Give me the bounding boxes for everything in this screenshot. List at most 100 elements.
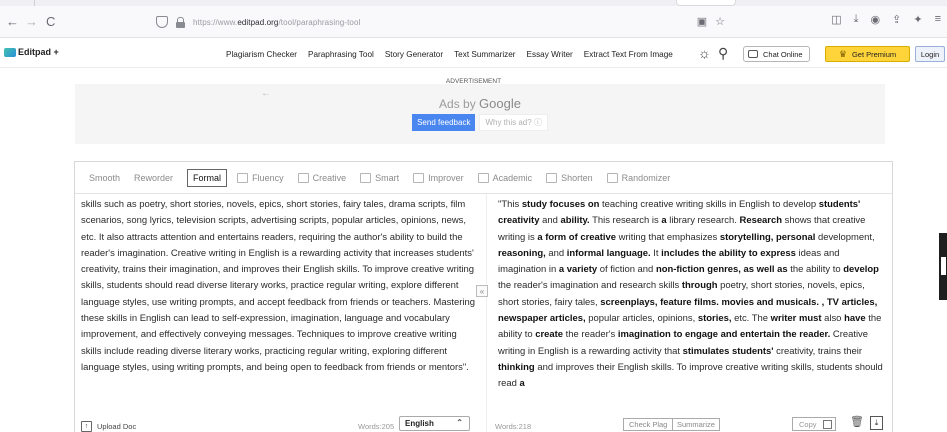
menu-icon[interactable]: ≡ [935, 13, 941, 26]
downloads-icon[interactable]: ⤓ [854, 13, 859, 26]
changed-phrase[interactable]: non-fiction genres, as well as [656, 264, 788, 275]
account-icon[interactable]: ◉ [871, 13, 881, 26]
address-bar-actions: ▣ ☆ [697, 15, 725, 28]
language-select[interactable]: English ⌃ [399, 416, 470, 431]
send-feedback-button[interactable]: Send feedback [412, 114, 476, 131]
bookmark-star-icon[interactable]: ☆ [715, 15, 725, 28]
chat-online-button[interactable]: Chat Online [743, 46, 810, 62]
mode-tab-smart[interactable]: Smart [360, 172, 400, 183]
output-segment: also [821, 313, 845, 325]
changed-phrase[interactable]: writer must [771, 313, 822, 324]
mode-tab-reworder[interactable]: Reworder [134, 173, 173, 183]
get-premium-button[interactable]: ♛ Get Premium [825, 46, 910, 62]
address-bar[interactable]: https://www.editpad.org/tool/paraphrasin… [150, 10, 735, 34]
summarize-button[interactable]: Summarize [672, 418, 720, 431]
back-icon[interactable]: ← [6, 15, 19, 29]
mode-tab-randomizer[interactable]: Randomizer [606, 172, 670, 183]
copy-button[interactable]: Copy [792, 417, 836, 431]
changed-phrase[interactable]: imagination to engage and entertain the … [618, 329, 830, 340]
lock-icon[interactable] [176, 16, 185, 28]
crown-icon: ♛ [838, 48, 847, 59]
mode-label: Fluency [252, 172, 284, 183]
search-icon[interactable]: ⚲ [718, 45, 728, 62]
changed-phrase[interactable]: Research [740, 215, 783, 226]
forward-icon[interactable]: → [25, 15, 38, 29]
input-word-count: Words:205 [358, 421, 395, 431]
login-button[interactable]: Login [915, 46, 945, 62]
output-text-area[interactable]: "This study focuses on teaching creative… [498, 197, 888, 417]
input-text-area[interactable]: skills such as poetry, short stories, no… [81, 197, 476, 417]
ad-container: ← Ads by Google Send feedback Why this a… [75, 84, 885, 144]
pocket-icon[interactable]: ◫ [831, 13, 841, 26]
output-segment: popular articles, opinions, [585, 313, 698, 325]
nav-plagiarism-checker[interactable]: Plagiarism Checker [226, 50, 297, 59]
trash-icon[interactable]: 🗑 [850, 415, 864, 428]
download-icon[interactable]: ⤓ [870, 416, 883, 430]
changed-phrase[interactable]: a form of creative [537, 232, 616, 243]
changed-phrase[interactable]: develop [843, 264, 879, 275]
changed-phrase[interactable]: through [682, 280, 718, 291]
mode-label: Creative [312, 172, 347, 183]
nav-text-summarizer[interactable]: Text Summarizer [454, 50, 515, 59]
browser-tab[interactable] [676, 0, 736, 6]
output-segment: It [650, 247, 662, 259]
url-host: editpad.org [237, 17, 279, 27]
mode-tab-academic[interactable]: Academic [477, 172, 532, 183]
why-this-ad-button[interactable]: Why this ad? ⓘ [479, 114, 548, 131]
output-segment: "This [498, 199, 522, 210]
get-premium-label: Get Premium [851, 49, 897, 59]
changed-phrase[interactable]: stories, [698, 313, 732, 324]
extensions-icon[interactable]: ✦ [913, 13, 922, 26]
changed-phrase[interactable]: informal language. [567, 248, 651, 259]
changed-phrase[interactable]: create [535, 329, 563, 340]
shield-icon[interactable] [156, 16, 168, 28]
changed-phrase[interactable]: reasoning, [498, 248, 546, 259]
changed-phrase[interactable]: storytelling, personal [720, 232, 815, 243]
fluency-mode-icon [237, 172, 249, 183]
changed-phrase[interactable]: screenplays, feature films. movies and m… [600, 297, 824, 308]
mode-tab-improver[interactable]: Improver [413, 172, 464, 183]
side-widget-mark [941, 257, 946, 275]
mode-tab-smooth[interactable]: Smooth [89, 173, 120, 183]
share-icon[interactable]: ⇪ [892, 13, 901, 26]
theme-toggle-icon[interactable]: ☼ [698, 45, 711, 61]
check-plag-button[interactable]: Check Plag [623, 418, 674, 431]
changed-phrase[interactable]: stimulates students' [683, 346, 774, 357]
nav-paraphrasing-tool[interactable]: Paraphrasing Tool [308, 50, 374, 59]
mode-tab-creative[interactable]: Creative [297, 172, 347, 183]
changed-phrase[interactable]: study focuses on [522, 199, 600, 210]
ad-actions: Send feedback Why this ad? ⓘ [75, 114, 885, 131]
nav-story-generator[interactable]: Story Generator [385, 50, 443, 59]
tab-strip [0, 0, 947, 6]
changed-phrase[interactable]: a variety [559, 264, 597, 275]
changed-phrase[interactable]: includes the ability to express [661, 248, 796, 259]
mode-label: Shorten [561, 172, 593, 183]
url-text[interactable]: https://www.editpad.org/tool/paraphrasin… [193, 18, 360, 27]
nav-extract-text[interactable]: Extract Text From Image [584, 50, 673, 59]
changed-phrase[interactable]: ability. [560, 215, 589, 226]
output-segment: etc. The [731, 313, 771, 325]
side-feedback-widget[interactable] [939, 233, 947, 300]
mode-tab-fluency[interactable]: Fluency [237, 172, 284, 183]
url-prefix: https://www. [193, 17, 238, 27]
upload-icon: ↑ [81, 420, 92, 432]
output-segment: teaching creative writing skills in Engl… [599, 199, 819, 210]
mode-label: Formal [193, 172, 222, 183]
editpad-logo[interactable]: Editpad + [4, 47, 59, 57]
upload-doc-button[interactable]: ↑ Upload Doc [81, 418, 136, 432]
logo-mark-icon [4, 47, 16, 57]
tab-separator [34, 0, 35, 6]
changed-phrase[interactable]: thinking [498, 362, 535, 373]
mode-tab-formal[interactable]: Formal [187, 168, 228, 187]
mode-label: Improver [428, 172, 464, 183]
reader-view-icon[interactable]: ▣ [697, 15, 707, 28]
upload-doc-label: Upload Doc [97, 421, 137, 431]
mode-label: Smart [375, 172, 400, 183]
output-word-count: Words:218 [495, 421, 532, 431]
collapse-arrow-icon[interactable]: « [476, 285, 488, 297]
reload-icon[interactable]: C [46, 15, 55, 29]
changed-phrase[interactable]: have [844, 313, 866, 324]
changed-phrase[interactable]: a [520, 378, 525, 389]
mode-tab-shorten[interactable]: Shorten [546, 172, 593, 183]
nav-essay-writer[interactable]: Essay Writer [527, 50, 573, 59]
